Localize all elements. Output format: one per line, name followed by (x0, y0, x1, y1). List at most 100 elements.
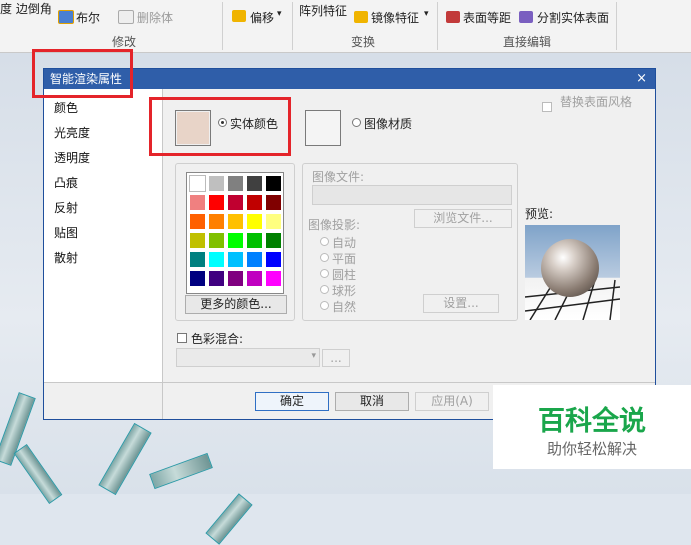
highlight-dialog-title (32, 49, 133, 98)
color-blend-checkbox[interactable] (177, 333, 187, 343)
palette-swatch[interactable] (246, 251, 263, 268)
palette-swatch[interactable] (265, 270, 282, 287)
model-beam (98, 422, 152, 496)
palette-swatch[interactable] (246, 232, 263, 249)
palette-swatch[interactable] (265, 251, 282, 268)
sidebar-item-scatter[interactable]: 散射 (54, 249, 78, 266)
watermark-title: 百科全说 (538, 406, 646, 437)
close-icon[interactable]: × (636, 69, 647, 89)
palette-swatch[interactable] (208, 232, 225, 249)
browse-file-button[interactable]: 浏览文件... (414, 209, 512, 228)
preview-image (525, 225, 620, 320)
chevron-down-icon: ▾ (311, 351, 316, 361)
palette-swatch[interactable] (227, 213, 244, 230)
ribbon-toolbar: 度 边倒角 布尔 删除体 修改 偏移 ▾ 阵列特征 镜像特征 ▾ 变换 表面等距… (0, 0, 691, 53)
preview-label: 预览: (525, 207, 554, 221)
highlight-solid-color (149, 97, 291, 156)
split-body-button[interactable]: 分割实体表面 (537, 9, 609, 26)
palette-swatch[interactable] (189, 251, 206, 268)
palette-swatch[interactable] (189, 232, 206, 249)
color-blend-select[interactable]: ▾ (176, 348, 320, 367)
projection-natural-radio[interactable] (320, 301, 329, 310)
sidebar-item-color[interactable]: 颜色 (54, 99, 78, 116)
palette-swatch[interactable] (246, 194, 263, 211)
projection-cylinder-label: 圆柱 (332, 268, 357, 282)
palette-swatch[interactable] (227, 270, 244, 287)
palette-swatch[interactable] (265, 213, 282, 230)
palette-swatch[interactable] (189, 270, 206, 287)
palette-swatch[interactable] (208, 251, 225, 268)
sidebar-item-bump[interactable]: 凸痕 (54, 174, 78, 191)
model-beam (13, 444, 63, 504)
mirror-feature-button[interactable]: 镜像特征 (371, 9, 419, 26)
ribbon-separator (222, 2, 223, 50)
sidebar-item-texture[interactable]: 贴图 (54, 224, 78, 241)
palette-swatch[interactable] (189, 175, 206, 192)
offset-button[interactable]: 偏移 (250, 9, 274, 26)
projection-plane-radio[interactable] (320, 253, 329, 262)
image-projection-label: 图像投影: (308, 218, 361, 232)
cancel-button[interactable]: 取消 (335, 392, 409, 411)
group-direct-edit-title: 直接编辑 (503, 35, 552, 49)
sidebar-item-gloss[interactable]: 光亮度 (54, 124, 90, 141)
ribbon-separator (292, 2, 293, 50)
delete-body-button[interactable]: 删除体 (137, 9, 173, 26)
more-colors-button[interactable]: 更多的颜色... (185, 295, 287, 314)
projection-natural-label: 自然 (332, 300, 357, 314)
pattern-feature-button[interactable]: 阵列特征 (299, 2, 347, 19)
model-beam (205, 493, 253, 545)
image-material-label: 图像材质 (364, 117, 413, 131)
palette-swatch[interactable] (265, 232, 282, 249)
ribbon-separator (437, 2, 438, 50)
color-blend-more-button[interactable]: ... (322, 349, 350, 367)
projection-auto-radio[interactable] (320, 237, 329, 246)
palette-swatch[interactable] (227, 232, 244, 249)
group-modify-title: 修改 (112, 35, 137, 49)
group-transform-title: 变换 (351, 35, 376, 49)
settings-button[interactable]: 设置... (423, 294, 499, 313)
palette-swatch[interactable] (265, 194, 282, 211)
ribbon-row1-left[interactable]: 度 边倒角 (0, 0, 52, 17)
palette-swatch[interactable] (246, 175, 263, 192)
sidebar-item-transparency[interactable]: 透明度 (54, 149, 90, 166)
palette-swatch[interactable] (208, 175, 225, 192)
button-bar-divider (44, 382, 655, 383)
offset-region-icon (446, 11, 460, 23)
offset-region-button[interactable]: 表面等距 (463, 9, 511, 26)
bool-button[interactable]: 布尔 (76, 9, 100, 26)
image-file-input[interactable] (312, 185, 512, 205)
offset-icon (232, 10, 246, 22)
palette-swatch[interactable] (246, 213, 263, 230)
ok-button[interactable]: 确定 (255, 392, 329, 411)
bool-icon (58, 10, 74, 24)
palette-swatch[interactable] (246, 270, 263, 287)
property-sidebar: 颜色 光亮度 透明度 凸痕 反射 贴图 散射 (44, 89, 163, 382)
dialog-titlebar[interactable]: 智能渲染属性 × (44, 69, 655, 89)
palette-swatch[interactable] (227, 251, 244, 268)
mirror-feature-icon (354, 11, 368, 23)
projection-cylinder-radio[interactable] (320, 269, 329, 278)
split-body-icon (519, 11, 533, 23)
watermark-subtitle: 助你轻松解决 (546, 440, 637, 458)
projection-sphere-radio[interactable] (320, 285, 329, 294)
palette-swatch[interactable] (265, 175, 282, 192)
color-blend-label: 色彩混合: (191, 332, 244, 346)
preview-sphere (541, 239, 599, 297)
image-file-label: 图像文件: (312, 170, 365, 184)
palette-swatch[interactable] (208, 270, 225, 287)
palette-swatch[interactable] (189, 194, 206, 211)
palette-swatch[interactable] (208, 213, 225, 230)
palette-swatch[interactable] (227, 175, 244, 192)
palette-swatch[interactable] (189, 213, 206, 230)
sidebar-item-reflection[interactable]: 反射 (54, 199, 78, 216)
image-material-swatch[interactable] (305, 110, 341, 146)
offset-dropdown-icon[interactable]: ▾ (277, 9, 282, 19)
mirror-dropdown-icon[interactable]: ▾ (424, 9, 429, 19)
replace-surface-style-checkbox[interactable] (542, 102, 552, 112)
palette-swatch[interactable] (227, 194, 244, 211)
image-material-radio[interactable] (352, 118, 361, 127)
replace-surface-style-label: 替换表面风格 (560, 95, 633, 109)
apply-button[interactable]: 应用(A) (415, 392, 489, 411)
palette-swatch[interactable] (208, 194, 225, 211)
projection-sphere-label: 球形 (332, 284, 357, 298)
